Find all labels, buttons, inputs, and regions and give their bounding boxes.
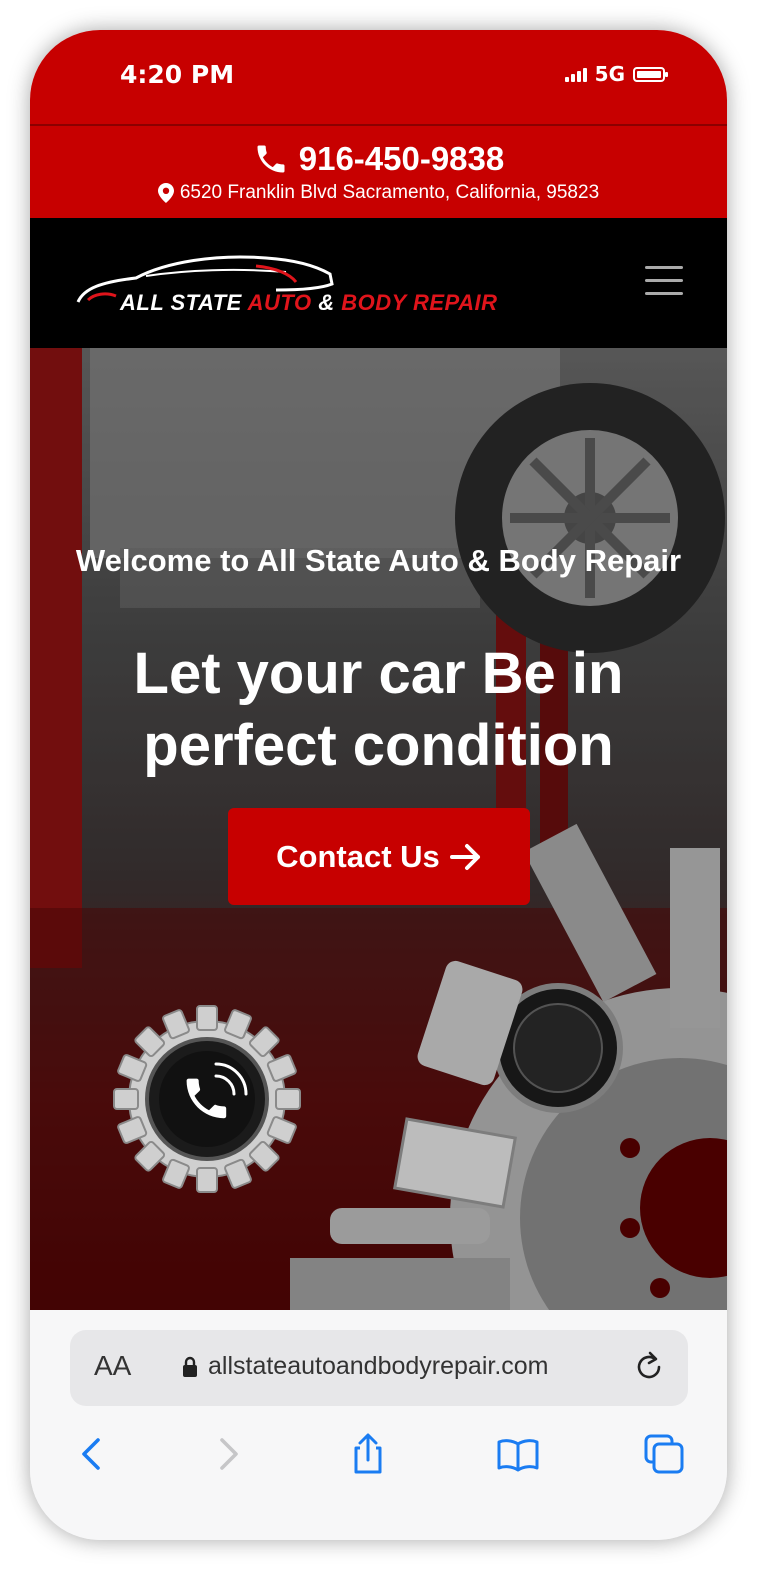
bookmarks-icon[interactable] — [496, 1432, 540, 1476]
hero-headline: Let your car Be in perfect condition — [133, 641, 624, 778]
map-pin-icon — [157, 183, 174, 203]
hero-section: Welcome to All State Auto & Body Repair … — [30, 348, 727, 1310]
reader-aa-button[interactable]: AA — [94, 1350, 131, 1382]
url-text: allstateautoandbodyrepair.com — [208, 1352, 549, 1380]
browser-toolbar — [30, 1416, 727, 1496]
status-indicators: 5G — [564, 62, 668, 86]
signal-icon — [564, 66, 587, 82]
tabs-icon[interactable] — [642, 1432, 686, 1476]
lock-icon — [183, 1356, 197, 1377]
contact-us-label: Contact Us — [276, 838, 440, 874]
navbar: ALL STATE AUTO & BODY REPAIR — [30, 218, 727, 348]
browser-bottom-bar: AA allstateautoandbodyrepair.com — [30, 1310, 727, 1540]
network-label: 5G — [594, 62, 625, 86]
phone-frame: 4:20 PM 5G 916-450-9838 6520 Franklin Bl… — [30, 30, 727, 1540]
status-time: 4:20 PM — [120, 60, 235, 89]
phone-icon — [257, 145, 285, 173]
site-logo[interactable]: ALL STATE AUTO & BODY REPAIR — [76, 248, 536, 328]
phone-call-icon[interactable] — [112, 1004, 302, 1194]
phone-number: 916-450-9838 — [298, 140, 505, 177]
address-text: 6520 Franklin Blvd Sacramento, Californi… — [179, 182, 600, 203]
phone-link[interactable]: 916-450-9838 — [30, 140, 727, 178]
battery-icon — [633, 66, 668, 82]
status-bar: 4:20 PM 5G — [30, 30, 727, 124]
contact-us-button[interactable]: Contact Us — [228, 808, 530, 905]
logo-wordmark: ALL STATE AUTO & BODY REPAIR — [120, 290, 498, 315]
reload-icon[interactable] — [632, 1350, 666, 1384]
share-icon[interactable] — [346, 1432, 390, 1476]
hamburger-menu-icon[interactable] — [645, 266, 683, 298]
hero-welcome-text: Welcome to All State Auto & Body Repair — [75, 543, 682, 578]
contact-bar: 916-450-9838 6520 Franklin Blvd Sacramen… — [30, 124, 727, 220]
forward-icon[interactable] — [206, 1432, 250, 1476]
address-line: 6520 Franklin Blvd Sacramento, Californi… — [30, 182, 727, 204]
address-bar[interactable]: AA allstateautoandbodyrepair.com — [70, 1330, 688, 1406]
back-icon[interactable] — [70, 1432, 114, 1476]
arrow-right-icon — [449, 843, 480, 870]
